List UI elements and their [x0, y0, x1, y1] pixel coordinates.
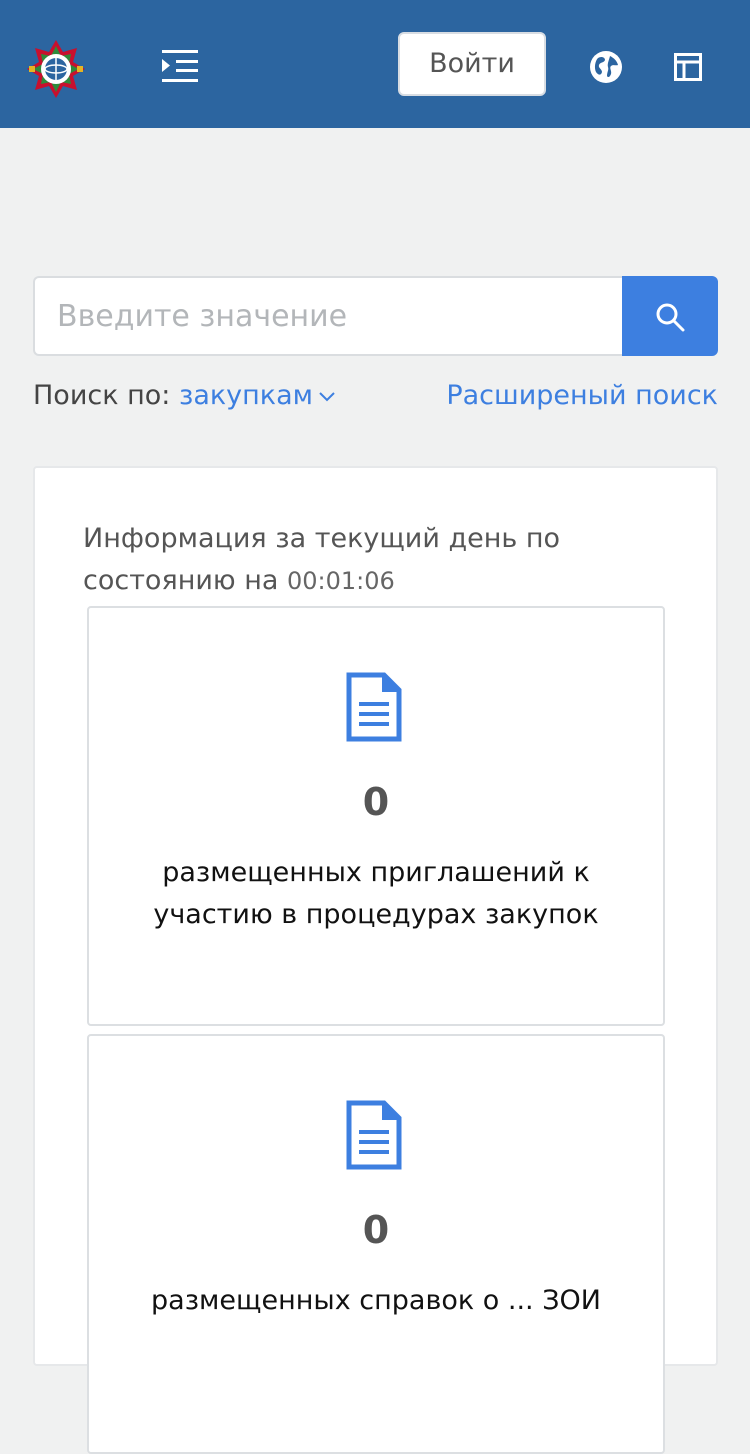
layout-panel-icon[interactable] [674, 53, 702, 81]
search-by-dropdown[interactable]: закупкам [179, 380, 335, 411]
login-button[interactable]: Войти [398, 32, 546, 96]
stat-card: 0 размещенных приглашений к участию в пр… [87, 606, 665, 1026]
chevron-down-icon [319, 391, 335, 401]
search-button[interactable] [622, 276, 718, 356]
globe-icon[interactable] [589, 50, 623, 84]
stat-card: 0 размещенных справок о ... ЗОИ [87, 1034, 665, 1454]
stat-count: 0 [362, 780, 390, 824]
top-header: Войти [0, 0, 750, 128]
info-panel: Информация за текущий день по состоянию … [33, 466, 718, 1454]
info-text: Информация за текущий день по состоянию … [83, 518, 583, 602]
search-icon [656, 303, 685, 332]
document-icon [346, 672, 402, 742]
stat-label: размещенных справок о ... ЗОИ [151, 1285, 601, 1316]
search-input[interactable] [33, 276, 623, 356]
menu-indent-icon[interactable] [160, 48, 200, 84]
document-icon [346, 1100, 402, 1170]
search-by-label: Поиск по: [33, 380, 171, 411]
info-time: 00:01:06 [287, 567, 395, 595]
logo-emblem[interactable] [25, 38, 87, 100]
search-by-row: Поиск по: закупкам [33, 380, 335, 411]
stat-label: размещенных приглашений к участию в проц… [153, 857, 599, 930]
advanced-search-link[interactable]: Расширеный поиск [446, 380, 718, 411]
stat-count: 0 [362, 1208, 390, 1252]
search-by-value: закупкам [178, 380, 314, 411]
